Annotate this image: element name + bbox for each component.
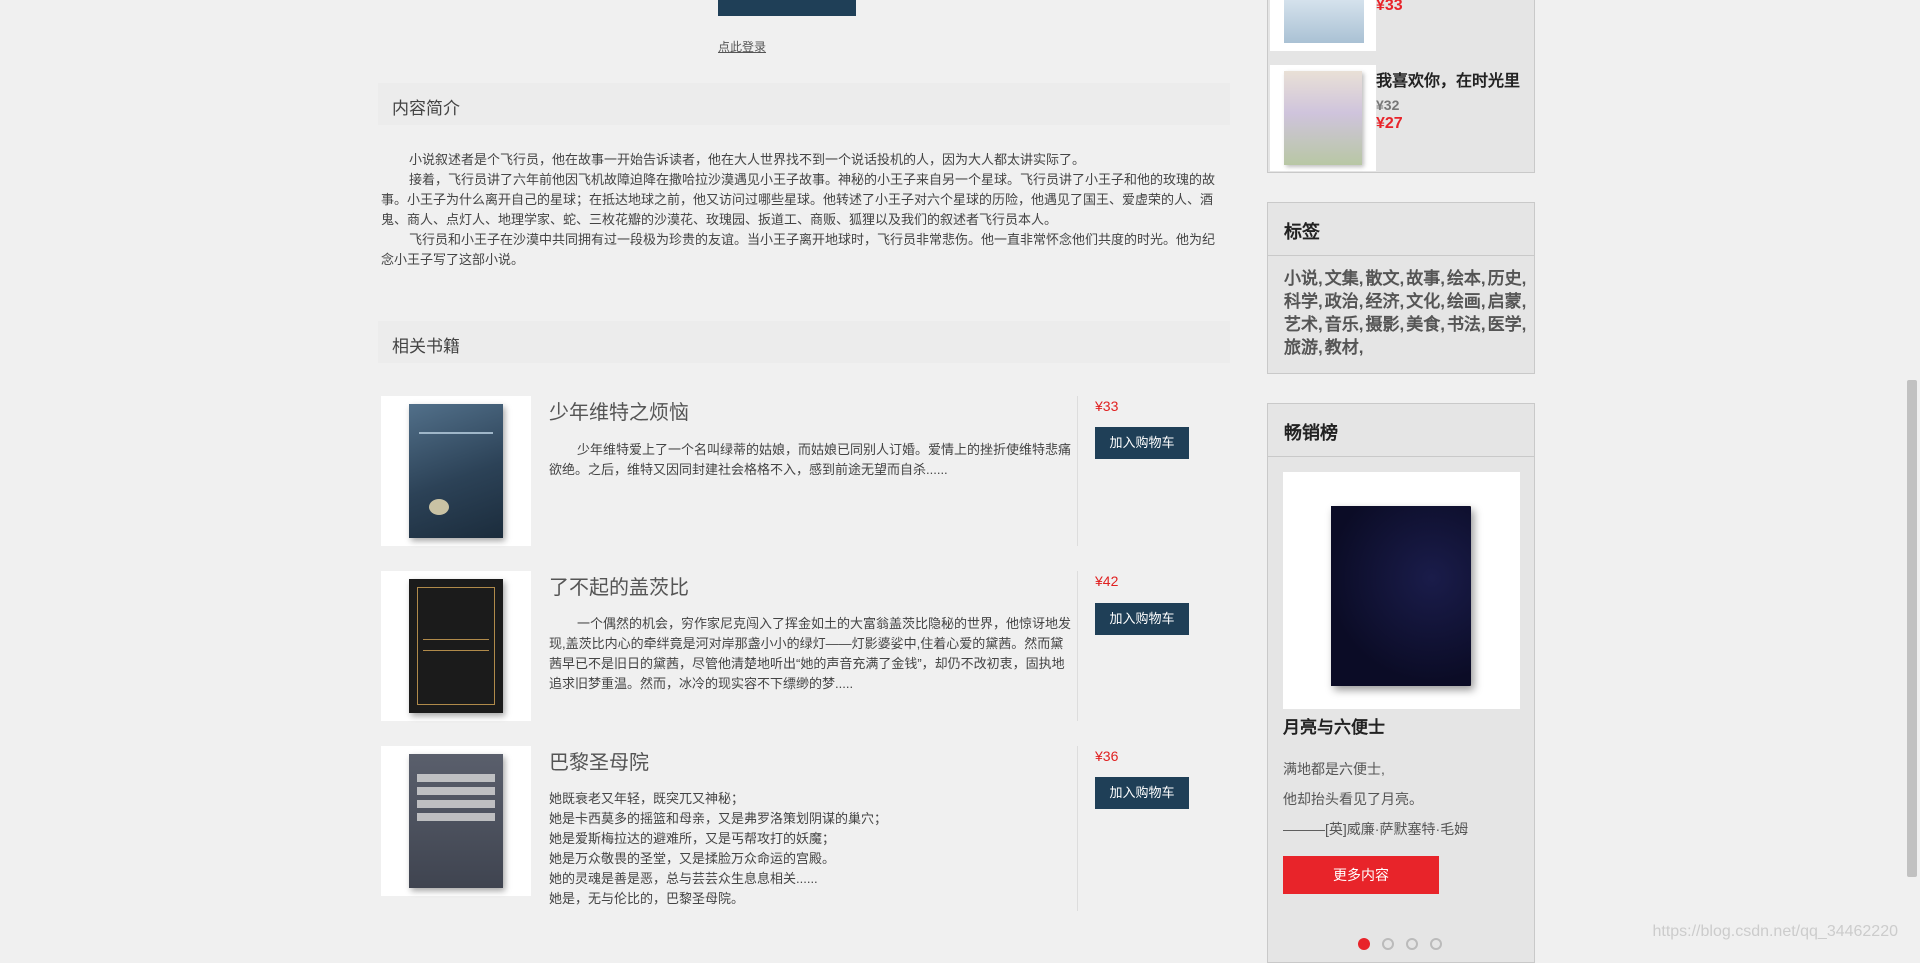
add-to-cart-button[interactable]: 加入购物车 (1095, 427, 1189, 459)
tag-item[interactable]: 音乐, (1325, 315, 1364, 334)
tag-item[interactable]: 历史, (1488, 269, 1527, 288)
bestseller-header: 畅销榜 (1268, 404, 1534, 457)
tag-item[interactable]: 教材, (1325, 338, 1364, 357)
description-line: 她是，无与伦比的，巴黎圣母院。 (549, 891, 745, 906)
description-line: 她是爱斯梅拉达的避难所，又是丐帮攻打的妖魔； (549, 831, 836, 846)
tag-item[interactable]: 摄影, (1365, 315, 1404, 334)
tag-item[interactable]: 书法, (1447, 315, 1486, 334)
quote-line: 满地都是六便士, (1283, 761, 1385, 777)
carousel-dots (1358, 938, 1442, 950)
mini-book-cover[interactable] (1270, 65, 1376, 171)
bestseller-quote: 满地都是六便士, 他却抬头看见了月亮。 ———[英]威廉·萨默塞特·毛姆 (1283, 754, 1468, 844)
divider (1077, 571, 1078, 721)
tag-item[interactable]: 启蒙, (1488, 292, 1527, 311)
mini-book-title[interactable]: 我喜欢你，在时光里 (1376, 67, 1520, 91)
login-link[interactable]: 点此登录 (718, 38, 766, 55)
quote-line: 他却抬头看见了月亮。 (1283, 791, 1423, 807)
tag-item[interactable]: 艺术, (1284, 315, 1323, 334)
carousel-dot[interactable] (1406, 938, 1418, 950)
divider (1077, 746, 1078, 911)
tag-item[interactable]: 经济, (1365, 292, 1404, 311)
related-heading: 相关书籍 (392, 337, 460, 356)
bestseller-panel: 畅销榜 月亮与六便士 满地都是六便士, 他却抬头看见了月亮。 ———[英]威廉·… (1267, 403, 1535, 963)
carousel-dot[interactable] (1430, 938, 1442, 950)
tag-item[interactable]: 绘本, (1447, 269, 1486, 288)
add-to-cart-button[interactable]: 加入购物车 (1095, 777, 1189, 809)
description-line: 她既衰老又年轻，既突兀又神秘； (549, 791, 745, 806)
intro-paragraph: 小说叙述者是个飞行员，他在故事一开始告诉读者，他在大人世界找不到一个说话投机的人… (409, 152, 1086, 167)
book-price: ¥42 (1095, 573, 1119, 589)
tag-item[interactable]: 政治, (1325, 292, 1364, 311)
tags-list: 小说, 文集, 散文, 故事, 绘本, 历史, 科学, 政治, 经济, 文化, 绘画, 启蒙, 艺术, 音… (1284, 267, 1530, 359)
tag-item[interactable]: 美食, (1406, 315, 1445, 334)
intro-heading: 内容简介 (392, 99, 460, 118)
tag-item[interactable]: 绘画, (1447, 292, 1486, 311)
sidebar-mini-list: ¥33 我喜欢你，在时光里 ¥32 ¥27 (1267, 0, 1535, 173)
tag-item[interactable]: 文集, (1325, 269, 1364, 288)
book-cover-image (409, 754, 503, 888)
bestseller-heading: 畅销榜 (1284, 423, 1338, 443)
tag-item[interactable]: 旅游, (1284, 338, 1323, 357)
book-price: ¥33 (1095, 398, 1119, 414)
tag-item[interactable]: 散文, (1365, 269, 1404, 288)
description-line: 她的灵魂是善是恶，总与芸芸众生息息相关...... (549, 871, 818, 886)
carousel-dot[interactable] (1382, 938, 1394, 950)
book-cover-image (409, 579, 503, 713)
book-cover-notre-dame[interactable] (381, 746, 531, 896)
login-submit-button[interactable] (718, 0, 856, 16)
book-description: 她既衰老又年轻，既突兀又神秘； 她是卡西莫多的摇篮和母亲，又是弗罗洛策划阴谋的巢… (549, 789, 1071, 909)
book-title[interactable]: 巴黎圣母院 (549, 746, 649, 775)
book-title[interactable]: 了不起的盖茨比 (549, 571, 689, 600)
more-content-button[interactable]: 更多内容 (1283, 856, 1439, 894)
tag-item[interactable]: 小说, (1284, 269, 1323, 288)
intro-text: 小说叙述者是个飞行员，他在故事一开始告诉读者，他在大人世界找不到一个说话投机的人… (381, 150, 1223, 270)
bestseller-title[interactable]: 月亮与六便士 (1283, 713, 1385, 738)
book-description: 一个偶然的机会，穷作家尼克闯入了挥金如土的大富翁盖茨比隐秘的世界，他惊讶地发现,… (549, 616, 1072, 691)
description-line: 她是卡西莫多的摇篮和母亲，又是弗罗洛策划阴谋的巢穴； (549, 811, 888, 826)
add-to-cart-button[interactable]: 加入购物车 (1095, 603, 1189, 635)
scrollbar-thumb[interactable] (1907, 380, 1917, 877)
description-line: 她是万众敬畏的圣堂，又是揉脸万众命运的宫殿。 (549, 851, 836, 866)
book-cover-image (409, 404, 503, 538)
mini-book-price: ¥33 (1376, 0, 1403, 14)
tags-heading: 标签 (1284, 222, 1320, 242)
book-cover-werther[interactable] (381, 396, 531, 546)
tag-item[interactable]: 医学, (1488, 315, 1527, 334)
book-cover-gatsby[interactable] (381, 571, 531, 721)
bestseller-cover[interactable] (1283, 472, 1520, 709)
intro-section-header: 内容简介 (378, 83, 1230, 125)
mini-book-old-price: ¥32 (1376, 97, 1400, 113)
tags-panel: 标签 小说, 文集, 散文, 故事, 绘本, 历史, 科学, 政治, 经济, 文化, 绘画, 启蒙, 艺… (1267, 202, 1535, 374)
tag-item[interactable]: 文化, (1406, 292, 1445, 311)
carousel-dot[interactable] (1358, 938, 1370, 950)
book-price: ¥36 (1095, 748, 1119, 764)
intro-paragraph: 接着，飞行员讲了六年前他因飞机故障迫降在撒哈拉沙漠遇见小王子故事。神秘的小王子来… (381, 172, 1216, 227)
related-section-header: 相关书籍 (378, 321, 1230, 363)
intro-paragraph: 飞行员和小王子在沙漠中共同拥有过一段极为珍贵的友谊。当小王子离开地球时，飞行员非… (381, 232, 1216, 267)
watermark: https://blog.csdn.net/qq_34462220 (1652, 923, 1898, 940)
tag-item[interactable]: 故事, (1406, 269, 1445, 288)
tags-header: 标签 (1268, 203, 1534, 256)
quote-line: ———[英]威廉·萨默塞特·毛姆 (1283, 821, 1469, 837)
mini-book-cover[interactable] (1270, 0, 1376, 51)
divider (1077, 396, 1078, 546)
mini-book-price: ¥27 (1376, 115, 1403, 132)
book-description: 少年维特爱上了一个名叫绿蒂的姑娘，而姑娘已同别人订婚。爱情上的挫折使维特悲痛欲绝… (549, 442, 1072, 477)
book-title[interactable]: 少年维特之烦恼 (549, 396, 689, 425)
tag-item[interactable]: 科学, (1284, 292, 1323, 311)
